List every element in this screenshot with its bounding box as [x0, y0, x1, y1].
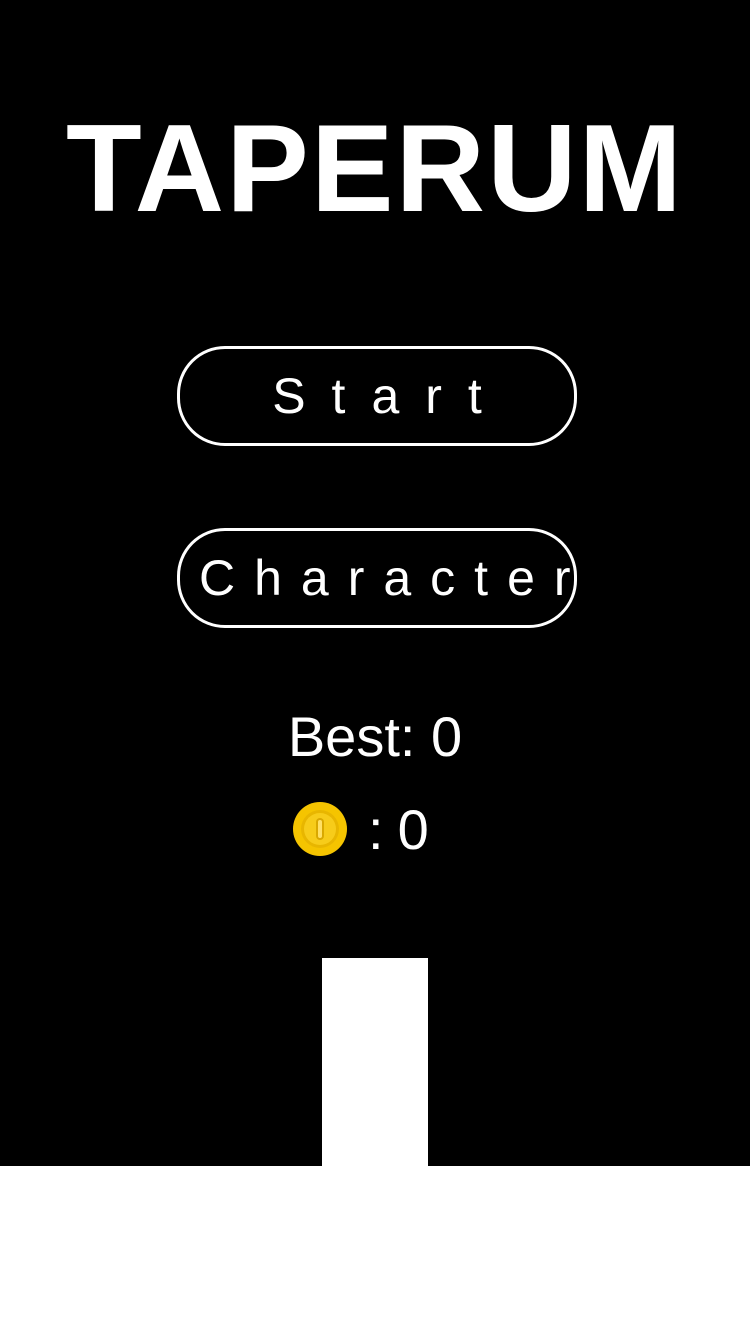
coin-counter: : 0 [292, 794, 429, 864]
character-button[interactable]: Character [177, 528, 577, 628]
coin-icon [293, 802, 347, 856]
coin-separator: : [368, 797, 384, 861]
best-score: Best: 0 [287, 705, 463, 768]
game-title: TAPERUM [66, 100, 684, 238]
ground [0, 1166, 750, 1334]
start-button[interactable]: Start [177, 346, 577, 446]
coin-count: 0 [397, 797, 429, 861]
player-pillar [322, 958, 428, 1178]
